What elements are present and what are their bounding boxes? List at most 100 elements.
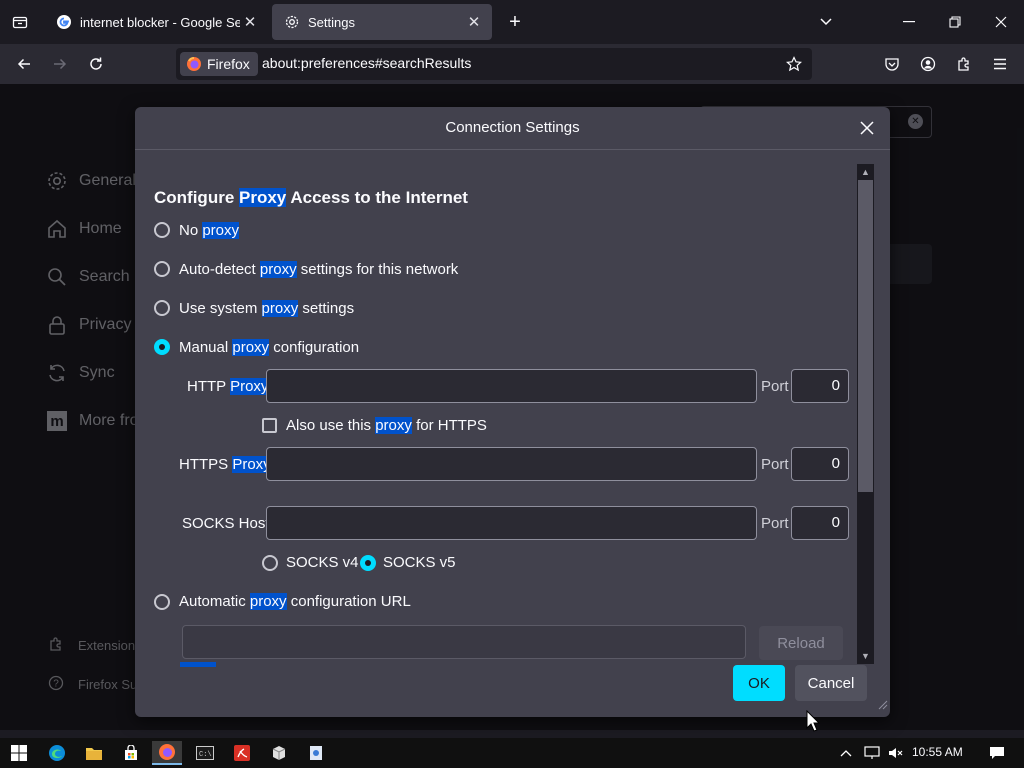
tab-google-search[interactable]: internet blocker - Google Search ✕ (44, 4, 268, 40)
label-no-proxy[interactable]: No proxy (179, 222, 240, 239)
option-text: configuration URL (286, 593, 411, 610)
auto-config-url-input[interactable] (182, 625, 746, 659)
all-tabs-icon[interactable] (8, 10, 32, 34)
label-system-proxy[interactable]: Use system proxy settings (179, 300, 354, 317)
field-label: HTTPS (179, 456, 229, 473)
new-tab-icon[interactable]: + (503, 10, 527, 34)
edge-icon[interactable] (42, 741, 72, 765)
cancel-label: Cancel (807, 674, 855, 692)
option-text: for HTTPS (411, 417, 487, 434)
option-highlight: proxy (375, 417, 412, 434)
heading-text: Configure (154, 188, 239, 207)
https-port-input[interactable]: 0 (791, 447, 849, 481)
navigation-toolbar: Firefox about:preferences#searchResults (0, 44, 1024, 84)
mouse-cursor (806, 709, 821, 737)
volume-muted-icon[interactable] (884, 741, 908, 765)
show-hidden-icons-icon[interactable] (836, 741, 856, 765)
tab-title: internet blocker - Google Search (80, 14, 240, 30)
label-socks-host: SOCKS Host (182, 515, 270, 532)
https-proxy-input[interactable] (266, 447, 757, 481)
heading-text: Access to the Internet (286, 188, 468, 207)
scrollbar-thumb[interactable] (858, 180, 873, 492)
restore-icon[interactable] (943, 10, 967, 34)
google-icon (57, 15, 71, 29)
option-text: Automatic (179, 593, 250, 610)
radio-socks-v5[interactable] (360, 555, 376, 571)
radio-system-proxy[interactable] (154, 300, 170, 316)
label-also-https[interactable]: Also use this proxy for HTTPS (286, 417, 487, 434)
section-heading: Configure Proxy Access to the Internet (154, 188, 468, 208)
radio-manual-proxy[interactable] (154, 339, 170, 355)
bookmark-star-icon[interactable] (786, 56, 802, 77)
ok-label: OK (748, 674, 770, 692)
highlight-fragment (180, 662, 216, 667)
ok-button[interactable]: OK (733, 665, 785, 701)
pdf-reader-icon[interactable] (227, 741, 257, 765)
close-dialog-icon[interactable] (854, 115, 880, 141)
account-icon[interactable] (916, 52, 940, 76)
option-text: Also use this (286, 417, 376, 434)
menu-icon[interactable] (988, 52, 1012, 76)
url-bar[interactable]: Firefox about:preferences#searchResults (176, 48, 812, 80)
close-tab-icon[interactable]: ✕ (464, 13, 484, 31)
file-explorer-icon[interactable] (79, 741, 109, 765)
tab-settings[interactable]: Settings ✕ (272, 4, 492, 40)
back-icon[interactable] (12, 52, 36, 76)
dialog-title: Connection Settings (445, 119, 580, 136)
app-icon[interactable] (301, 741, 331, 765)
package-icon[interactable] (264, 741, 294, 765)
network-icon[interactable] (860, 741, 884, 765)
reload-icon[interactable] (84, 52, 108, 76)
radio-socks-v4[interactable] (262, 555, 278, 571)
radio-auto-config-url[interactable] (154, 594, 170, 610)
option-text: Use system (179, 300, 262, 317)
label-manual-proxy[interactable]: Manual proxy configuration (179, 339, 359, 356)
terminal-icon[interactable]: C:\ (190, 741, 220, 765)
minimize-icon[interactable] (897, 10, 921, 34)
option-text: configuration (269, 339, 360, 356)
scroll-up-icon[interactable]: ▲ (857, 164, 874, 180)
label-auto-detect[interactable]: Auto-detect proxy settings for this netw… (179, 261, 458, 278)
identity-box[interactable]: Firefox (180, 52, 258, 76)
taskbar-clock[interactable]: 10:55 AM (912, 745, 963, 759)
option-highlight: proxy (232, 339, 270, 356)
list-all-tabs-icon[interactable] (814, 10, 838, 34)
option-text: No (179, 222, 203, 239)
resize-grip-icon[interactable] (876, 697, 888, 715)
scroll-down-icon[interactable]: ▼ (857, 648, 874, 664)
cancel-button[interactable]: Cancel (795, 665, 867, 701)
option-highlight: proxy (249, 593, 287, 610)
close-window-icon[interactable] (989, 10, 1013, 34)
svg-text:C:\: C:\ (199, 751, 212, 759)
url-text[interactable]: about:preferences#searchResults (262, 55, 471, 71)
pocket-icon[interactable] (880, 52, 904, 76)
close-tab-icon[interactable]: ✕ (240, 13, 260, 31)
label-socks-v4[interactable]: SOCKS v4 (286, 554, 359, 571)
label-socks-v5[interactable]: SOCKS v5 (383, 554, 456, 571)
tab-strip: internet blocker - Google Search ✕ Setti… (0, 0, 1024, 44)
extensions-icon[interactable] (952, 52, 976, 76)
option-highlight: proxy (202, 222, 240, 239)
store-icon[interactable] (116, 741, 146, 765)
socks-port-input[interactable]: 0 (791, 506, 849, 540)
windows-start-icon[interactable] (4, 741, 34, 765)
field-label: HTTP (187, 378, 226, 395)
dialog-scrollbar[interactable]: ▲ ▼ (857, 164, 874, 664)
label-auto-config-url[interactable]: Automatic proxy configuration URL (179, 593, 411, 610)
dialog-content: Configure Proxy Access to the Internet N… (135, 150, 875, 667)
option-text: Auto-detect (179, 261, 260, 278)
forward-icon[interactable] (48, 52, 72, 76)
http-port-input[interactable]: 0 (791, 369, 849, 403)
notifications-icon[interactable] (982, 741, 1012, 765)
checkbox-also-https[interactable] (262, 418, 277, 433)
label-socks-port: Port (761, 515, 789, 532)
firefox-icon (187, 57, 201, 71)
label-http-port: Port (761, 378, 789, 395)
radio-auto-detect[interactable] (154, 261, 170, 277)
option-highlight: proxy (259, 261, 297, 278)
radio-no-proxy[interactable] (154, 222, 170, 238)
http-proxy-input[interactable] (266, 369, 757, 403)
socks-host-input[interactable] (266, 506, 757, 540)
reload-button[interactable]: Reload (759, 626, 843, 660)
firefox-taskbar-icon[interactable] (152, 741, 182, 765)
